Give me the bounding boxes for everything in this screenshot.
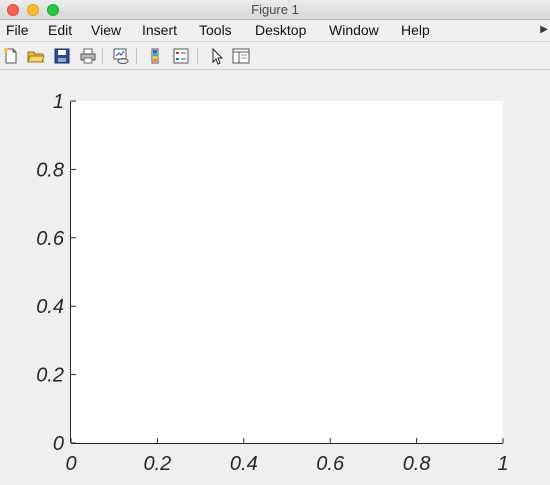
figure-canvas[interactable]: 0 0.2 0.4 0.6 0.8 1 0 0.2 0.4 0.6 0.8 1 (0, 70, 550, 485)
y-tick-label: 0.8 (36, 159, 64, 181)
y-tick-label: 1 (53, 91, 64, 113)
insert-legend-button[interactable] (172, 47, 190, 65)
legend-icon (173, 48, 189, 64)
menu-edit[interactable]: Edit (48, 22, 72, 38)
printer-icon (80, 48, 96, 64)
x-tick-label: 0.6 (316, 453, 345, 475)
new-figure-button[interactable] (2, 47, 20, 65)
menu-file[interactable]: File (6, 22, 29, 38)
y-tick-label: 0.4 (36, 296, 64, 318)
x-tick-label: 0 (65, 453, 76, 475)
window-titlebar[interactable]: Figure 1 (0, 0, 550, 20)
print-button[interactable] (79, 47, 97, 65)
toolbar-separator (102, 48, 103, 64)
link-plot-icon (113, 48, 129, 64)
menu-desktop[interactable]: Desktop (255, 22, 306, 38)
figure-toolbar (0, 42, 550, 70)
x-tick-label: 1 (497, 453, 508, 475)
menu-help[interactable]: Help (401, 22, 430, 38)
x-tick-label: 0.4 (230, 453, 258, 475)
save-button[interactable] (53, 47, 71, 65)
cursor-arrow-icon (212, 47, 224, 65)
new-document-icon (4, 48, 17, 64)
menu-tools[interactable]: Tools (199, 22, 232, 38)
window-title: Figure 1 (251, 2, 299, 17)
insert-colorbar-button[interactable] (146, 47, 164, 65)
menu-insert[interactable]: Insert (142, 22, 177, 38)
y-tick-label: 0 (53, 433, 64, 455)
colorbar-icon (151, 48, 159, 64)
toolbar-separator (136, 48, 137, 64)
menu-window[interactable]: Window (329, 22, 379, 38)
plot-tools-button[interactable] (232, 47, 250, 65)
menu-view[interactable]: View (91, 22, 121, 38)
folder-open-icon (27, 51, 45, 63)
chevron-right-icon[interactable]: ▶ (540, 24, 548, 35)
floppy-disk-icon (54, 48, 70, 64)
link-plot-button[interactable] (112, 47, 130, 65)
x-tick-label: 0.8 (403, 453, 431, 475)
property-editor-icon (232, 48, 250, 64)
menu-bar: File Edit View Insert Tools Desktop Wind… (0, 20, 550, 42)
y-tick-label: 0.6 (36, 228, 65, 250)
y-tick-label: 0.2 (36, 365, 64, 387)
plot-area (71, 101, 503, 443)
axes[interactable]: 0 0.2 0.4 0.6 0.8 1 0 0.2 0.4 0.6 0.8 1 (0, 70, 550, 485)
x-tick-label: 0.2 (143, 453, 171, 475)
edit-plot-button[interactable] (207, 47, 225, 65)
toolbar-separator (197, 48, 198, 64)
open-file-button[interactable] (27, 47, 45, 65)
